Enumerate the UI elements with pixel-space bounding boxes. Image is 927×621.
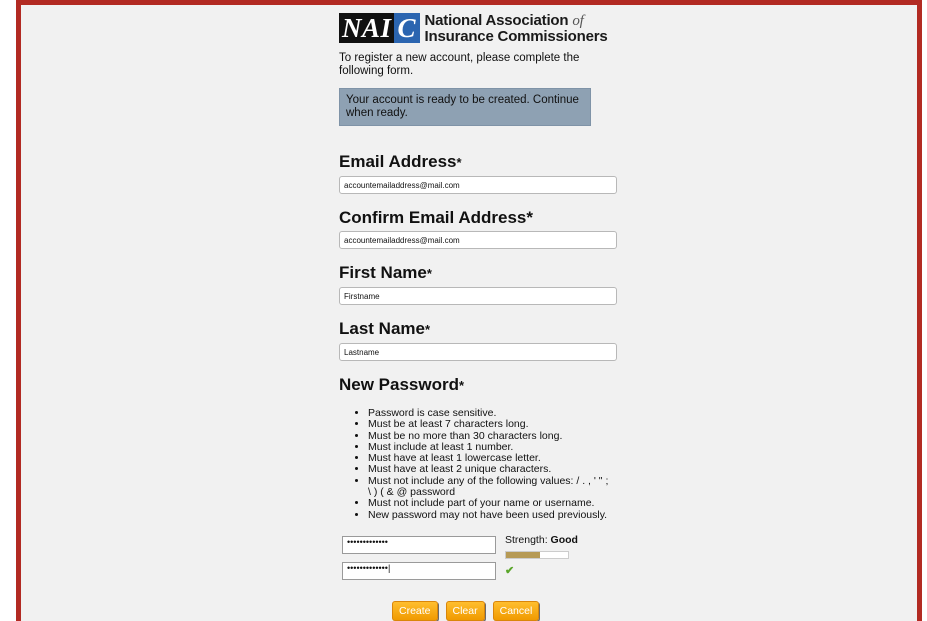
password-row: ••••••••••••• Strength: Good xyxy=(339,534,629,559)
strength-meter-fill xyxy=(506,551,541,558)
password-rules: Password is case sensitive. Must be at l… xyxy=(356,407,613,521)
password-rule: Must not include part of your name or us… xyxy=(368,498,613,510)
logo-mark-c: C xyxy=(393,13,420,43)
password-rule: Must be at least 7 characters long. xyxy=(368,418,613,430)
logo-line2: Insurance Commissioners xyxy=(424,27,608,45)
status-alert: Your account is ready to be created. Con… xyxy=(339,88,591,126)
logo-mark-text: NAI xyxy=(339,13,394,43)
logo-of: of xyxy=(572,12,584,29)
intro-text: To register a new account, please comple… xyxy=(339,52,580,77)
confirm-password-row: •••••••••••••| ✔ xyxy=(339,561,629,582)
required-marker: * xyxy=(426,266,432,281)
confirm-email-field[interactable] xyxy=(339,231,617,249)
strength-label: Strength: Good xyxy=(505,534,578,546)
last-name-label: Last Name* xyxy=(339,319,629,340)
naic-logo-mark: NAI C xyxy=(339,13,420,43)
last-name-label-text: Last Name xyxy=(339,319,425,338)
password-rule: Must not include any of the following va… xyxy=(368,475,613,499)
email-label: Email Address* xyxy=(339,152,629,173)
strength-value: Good xyxy=(550,533,578,546)
required-marker: * xyxy=(424,322,431,337)
required-marker: * xyxy=(459,378,465,393)
first-name-label: First Name* xyxy=(339,263,629,284)
email-label-text: Email Address xyxy=(339,152,457,171)
naic-logo: NAI C National Association of Insurance … xyxy=(339,10,629,46)
logo-line1: National Association xyxy=(424,11,569,29)
create-button[interactable]: Create xyxy=(392,601,438,621)
form-buttons: Create Clear Cancel xyxy=(392,601,540,621)
cancel-button[interactable]: Cancel xyxy=(492,601,540,621)
password-rule: New password may not have been used prev… xyxy=(368,509,613,521)
first-name-label-text: First Name xyxy=(339,263,427,282)
clear-button[interactable]: Clear xyxy=(445,601,485,621)
last-name-field[interactable] xyxy=(339,343,617,361)
check-icon: ✔ xyxy=(505,564,515,577)
required-marker: * xyxy=(456,155,462,170)
strength-prefix: Strength: xyxy=(505,533,551,546)
confirm-email-label: Confirm Email Address* xyxy=(339,208,533,227)
email-field[interactable] xyxy=(339,176,617,194)
confirm-password-field[interactable]: •••••••••••••| xyxy=(342,561,496,580)
logo-wordmark: National Association of Insurance Commis… xyxy=(425,13,608,44)
first-name-field[interactable] xyxy=(339,287,617,305)
password-field[interactable]: ••••••••••••• xyxy=(342,535,496,554)
strength-meter xyxy=(505,550,569,559)
new-password-label: New Password* xyxy=(339,375,629,396)
new-password-label-text: New Password xyxy=(339,375,459,394)
registration-form: NAI C National Association of Insurance … xyxy=(339,10,629,582)
